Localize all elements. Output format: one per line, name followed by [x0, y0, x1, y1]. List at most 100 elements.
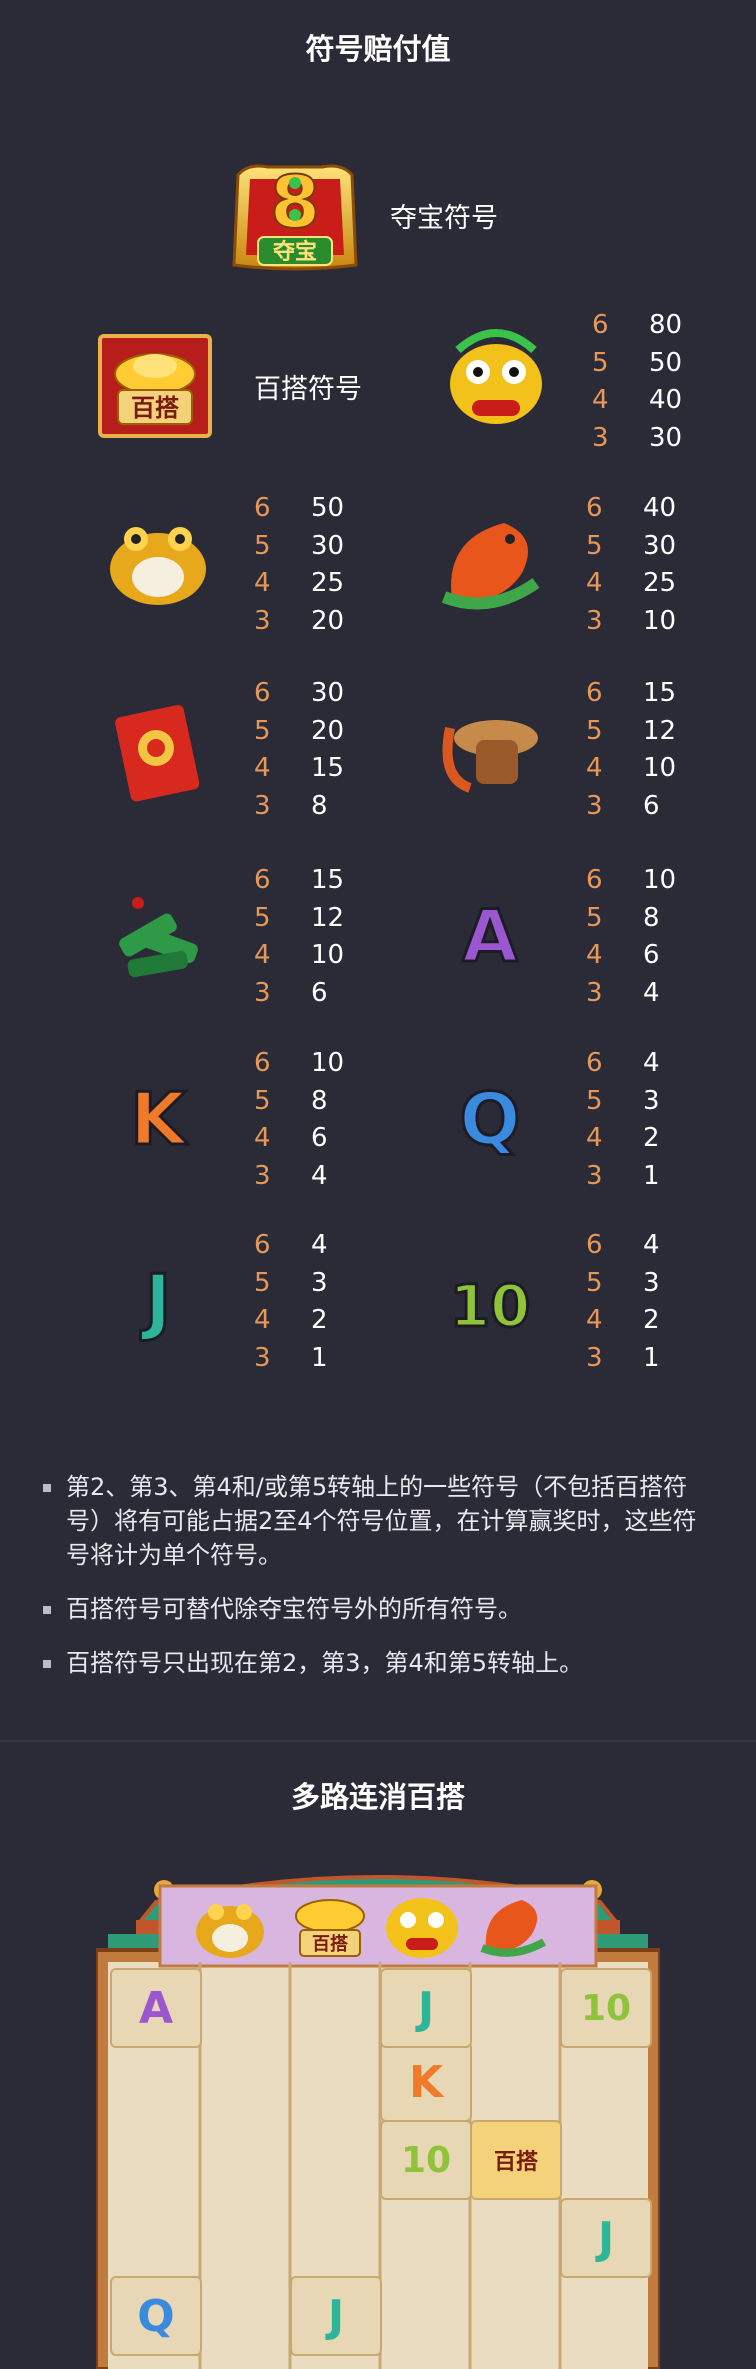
rules-list: 第2、第3、第4和/或第5转轴上的一些符号（不包括百搭符号）将有可能占据2至4个…	[40, 1470, 710, 1700]
paytable: 6 15 5 12 4 10 3 6	[586, 675, 726, 825]
paytable-row: 34	[586, 975, 726, 1013]
symbol-count: 3	[586, 605, 603, 636]
golden-toad-icon	[190, 1890, 270, 1962]
rule-item: 第2、第3、第4和/或第5转轴上的一些符号（不包括百搭符号）将有可能占据2至4个…	[40, 1470, 710, 1572]
firecracker-icon	[98, 875, 218, 995]
wild-label: 百搭符号	[254, 373, 362, 405]
symbol-count: 3	[586, 790, 603, 821]
payout-value: 30	[311, 678, 345, 708]
paytable: 64534231	[586, 1227, 726, 1377]
divider	[0, 1740, 756, 1742]
board-cell-j: J	[560, 2198, 652, 2278]
symbol-count: 4	[254, 1305, 271, 1335]
paytable-row: 5 20	[254, 713, 394, 751]
paytable: 64534231	[586, 1045, 726, 1195]
symbol-count: 5	[592, 347, 609, 378]
symbol-count: 3	[592, 422, 609, 453]
paytable-row: 6 10	[586, 862, 726, 900]
symbol-count: 5	[254, 530, 271, 561]
symbol-count: 4	[586, 1305, 603, 1335]
symbol-count: 6	[586, 865, 603, 895]
symbol-count: 6	[254, 1230, 271, 1260]
payout-value: 4	[643, 977, 660, 1008]
payout-value: 6	[311, 1123, 328, 1153]
lion-dance-icon	[436, 320, 556, 440]
paytable-row: 31	[254, 1340, 394, 1378]
svg-text:A: A	[462, 894, 518, 978]
payout-value: 50	[649, 347, 683, 378]
paytable-row: 4 40	[592, 382, 732, 420]
paytable-row: 6 15	[254, 862, 394, 900]
letter-k-icon: K	[98, 1058, 218, 1178]
paytable-row: 6 15	[586, 675, 726, 713]
paytable-row: 4 10	[586, 750, 726, 788]
symbol-count: 4	[586, 940, 603, 970]
symbol-count: 5	[586, 1085, 603, 1116]
paytable-row: 42	[586, 1120, 726, 1158]
symbol-count: 6	[592, 310, 609, 340]
symbol-count: 3	[254, 605, 271, 636]
paytable-row: 5 50	[592, 345, 732, 383]
paytable-row: 5 30	[254, 528, 394, 566]
payout-value: 2	[643, 1123, 660, 1153]
symbol-count: 3	[254, 1160, 271, 1191]
board-cell-wild: 百搭	[470, 2120, 562, 2200]
symbol-count: 5	[586, 715, 603, 746]
payout-value: 20	[311, 605, 345, 636]
letter-q-icon: Q	[430, 1058, 550, 1178]
symbol-count: 4	[254, 1123, 271, 1153]
board-cell-10: 10	[380, 2120, 472, 2200]
board-cell-j: J	[380, 1968, 472, 2048]
paytable-row: 6 80	[592, 307, 732, 345]
paytable-row: 64	[586, 1045, 726, 1083]
symbol-count: 4	[254, 753, 271, 783]
symbol-count: 3	[254, 977, 271, 1008]
paytable-row: 3 10	[586, 603, 726, 641]
paytable-row: 4 25	[586, 565, 726, 603]
paytable-row: 4 10	[254, 937, 394, 975]
payout-value: 4	[643, 1048, 660, 1078]
board-cell-j: J	[290, 2276, 382, 2356]
symbol-count: 6	[586, 493, 603, 523]
game-board-illustration: 百搭 A K Q J 10 J J 10 百搭	[96, 1842, 660, 2369]
payout-value: 8	[311, 790, 328, 821]
svg-text:K: K	[130, 1077, 188, 1161]
payout-value: 6	[643, 790, 660, 821]
symbol-count: 5	[254, 1267, 271, 1298]
symbol-count: 6	[586, 678, 603, 708]
payout-value: 8	[311, 1085, 328, 1116]
red-envelope-icon	[98, 688, 218, 808]
paytable-row: 5 12	[254, 900, 394, 938]
paytable: 6 15 5 12 4 10 3 6	[254, 862, 394, 1012]
svg-text:夺宝: 夺宝	[272, 239, 317, 265]
board-cell-q: Q	[110, 2276, 202, 2356]
paytable-row: 3 20	[254, 603, 394, 641]
svg-text:8: 8	[270, 160, 320, 244]
payout-value: 1	[643, 1342, 660, 1373]
paytable: 6 10 5 8 4 6 3 4	[586, 862, 726, 1012]
paytable-row: 6 50	[254, 490, 394, 528]
paytable-row: 5 30	[586, 528, 726, 566]
symbol-count: 5	[586, 530, 603, 561]
rule-item: 百搭符号可替代除夺宝符号外的所有符号。	[40, 1592, 710, 1626]
rule-item: 百搭符号只出现在第2，第3，第4和第5转轴上。	[40, 1646, 710, 1680]
payout-value: 40	[643, 493, 677, 523]
paytable-row: 46	[586, 937, 726, 975]
lion-dance-icon	[380, 1888, 464, 1964]
payout-value: 40	[649, 385, 683, 415]
svg-text:J: J	[140, 1259, 172, 1343]
scatter-row: 8 夺宝 夺宝符号	[228, 155, 498, 275]
symbol-count: 3	[586, 1160, 603, 1191]
symbol-count: 4	[592, 385, 609, 415]
paytable: 64534231	[254, 1227, 394, 1377]
paytable: 6 40 5 30 4 25 3 10	[586, 490, 726, 640]
symbol-count: 6	[254, 493, 271, 523]
paytable: 6 50 5 30 4 25 3 20	[254, 490, 394, 640]
payout-value: 10	[643, 605, 677, 636]
koi-fish-icon	[472, 1890, 556, 1962]
paytable-row: 42	[586, 1302, 726, 1340]
paytable-row: 38	[254, 788, 394, 826]
payout-value: 2	[643, 1305, 660, 1335]
paytable-title: 符号赔付值	[305, 32, 451, 66]
koi-fish-icon	[430, 503, 550, 623]
